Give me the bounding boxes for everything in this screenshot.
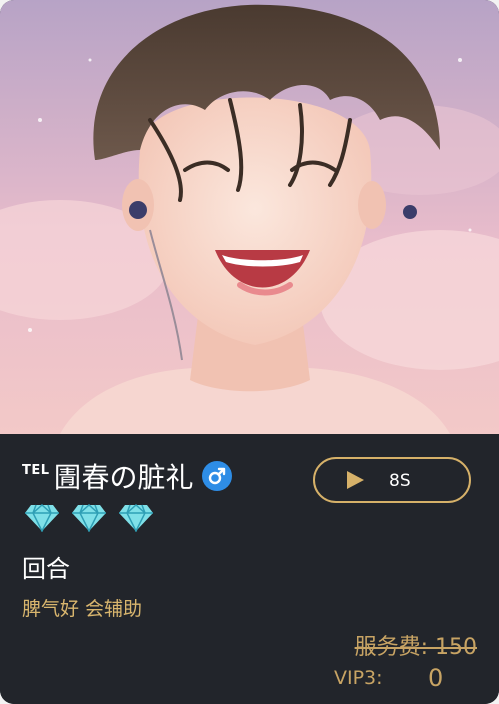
nickname: 圊春の脏礼 [53,461,194,494]
name-row: TEL 圊春の脏礼 [22,456,232,496]
profile-photo [0,0,499,434]
round-label: 回合 [22,555,70,583]
vip-price: 0 [428,664,444,692]
vip-label: VIP3: [334,667,383,689]
service-fee: 服务费: 150 [354,635,477,660]
diamond-icon [119,504,153,532]
diamond-icon [72,504,106,532]
info-panel: TEL 圊春の脏礼 8S 回合 脾气好 会辅助 服务费: 150 VIP3: 0 [0,434,499,704]
diamond-rating [24,504,154,532]
tel-badge: TEL [22,462,50,478]
companion-card[interactable]: TEL 圊春の脏礼 8S 回合 脾气好 会辅助 服务费: 150 VIP3: 0 [0,0,499,704]
voice-duration: 8S [389,471,411,491]
male-symbol-icon [201,461,232,491]
skill-tags: 脾气好 会辅助 [22,598,143,620]
play-icon [345,470,365,494]
voice-intro-button[interactable]: 8S [313,457,471,503]
diamond-icon [25,504,59,532]
